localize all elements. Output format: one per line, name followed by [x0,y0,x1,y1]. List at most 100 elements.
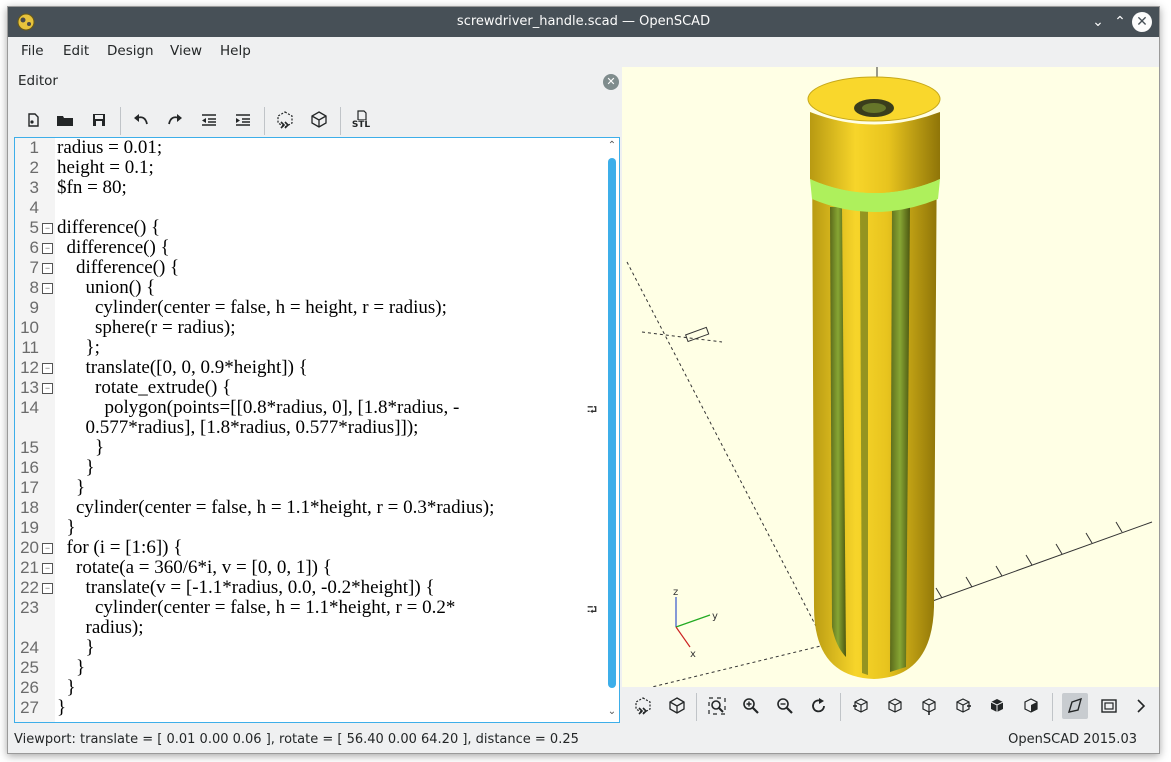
menu-file[interactable]: File [21,43,44,59]
code-text: } [57,517,76,538]
code-text: rotate(a = 360/6*i, v = [0, 0, 1]) { [57,557,332,578]
code-text: } [57,657,86,678]
line-number: 27 [20,698,39,717]
code-line[interactable]: 5− difference() { [15,218,605,238]
code-line[interactable]: 23 cylinder(center = false, h = 1.1*heig… [15,597,605,619]
code-line[interactable]: 15 } [15,438,605,458]
code-line[interactable]: 0.577*radius], [1.8*radius, 0.577*radius… [15,418,605,438]
menu-help[interactable]: Help [220,43,251,59]
new-file-icon[interactable] [20,107,46,133]
line-number: 14 [20,398,39,417]
code-text: cylinder(center = false, h = 1.1*height,… [57,597,456,618]
scroll-up-icon[interactable]: ⌃ [606,140,618,152]
fold-toggle-icon[interactable]: − [42,283,53,294]
code-line[interactable]: 20− for (i = [1:6]) { [15,538,605,558]
line-number: 8 [29,278,39,297]
code-line[interactable]: 27} [15,698,605,718]
code-line[interactable]: 2 height = 0.1; [15,158,605,178]
render-icon[interactable] [664,693,690,719]
save-icon[interactable] [86,107,112,133]
undo-icon[interactable] [128,107,154,133]
code-editor[interactable]: 1 radius = 0.01; 2 height = 0.1; 3 $fn = 80; 4… [14,137,620,723]
view-left-icon[interactable] [950,693,976,719]
fold-toggle-icon[interactable]: − [42,563,53,574]
line-number: 17 [20,478,39,497]
view-bottom-icon[interactable] [916,693,942,719]
fold-toggle-icon[interactable]: − [42,543,53,554]
code-line[interactable]: 13− rotate_extrude() { [15,378,605,398]
3d-viewport[interactable]: z y x [622,67,1159,687]
3d-view-canvas[interactable]: z y x [622,67,1159,687]
code-text: rotate_extrude() { [57,377,232,398]
code-line[interactable]: 22− translate(v = [-1.1*radius, 0.0, -0.… [15,578,605,598]
code-line[interactable]: radius); [15,618,605,638]
zoom-all-icon[interactable] [704,693,730,719]
open-file-icon[interactable] [52,107,78,133]
maximize-icon[interactable]: ⌃ [1110,12,1130,32]
view-back-icon[interactable] [1018,693,1044,719]
view-right-icon[interactable] [848,693,874,719]
render-icon[interactable] [306,107,332,133]
minimize-icon[interactable]: ⌄ [1088,12,1108,32]
view-front-icon[interactable] [984,693,1010,719]
orthogonal-icon[interactable] [1096,693,1122,719]
menu-bar: File Edit Design View Help [8,37,1159,65]
code-line[interactable]: 11 }; [15,338,605,358]
window-title: screwdriver_handle.scad — OpenSCAD [456,14,711,29]
code-line[interactable]: 21− rotate(a = 360/6*i, v = [0, 0, 1]) { [15,558,605,578]
code-line[interactable]: 17 } [15,478,605,498]
code-line[interactable]: 3 $fn = 80; [15,178,605,198]
menu-view[interactable]: View [170,43,202,59]
fold-toggle-icon[interactable]: − [42,583,53,594]
more-icon[interactable] [1128,693,1154,719]
code-text: } [57,477,86,498]
axis-label-x: x [690,649,696,660]
fold-toggle-icon[interactable]: − [42,243,53,254]
indent-icon[interactable] [230,107,256,133]
title-bar[interactable]: screwdriver_handle.scad — OpenSCAD ⌄ ⌃ ✕ [8,7,1159,37]
code-line[interactable]: 9 cylinder(center = false, h = height, r… [15,298,605,318]
unindent-icon[interactable] [196,107,222,133]
code-line[interactable]: 12− translate([0, 0, 0.9*height]) { [15,358,605,378]
fold-toggle-icon[interactable]: − [42,223,53,234]
zoom-in-icon[interactable] [738,693,764,719]
code-line[interactable]: 26 } [15,678,605,698]
fold-toggle-icon[interactable]: − [42,263,53,274]
code-line[interactable]: 7− difference() { [15,258,605,278]
menu-edit[interactable]: Edit [63,43,89,59]
code-line[interactable]: 8− union() { [15,278,605,298]
code-text: 0.577*radius], [1.8*radius, 0.577*radius… [57,417,419,438]
code-text: difference() { [57,217,161,238]
export-stl-button[interactable]: STL [348,107,374,133]
code-text: translate([0, 0, 0.9*height]) { [57,357,308,378]
code-line[interactable]: 16 } [15,458,605,478]
line-number: 12 [20,358,39,377]
zoom-out-icon[interactable] [772,693,798,719]
code-text: sphere(r = radius); [57,317,236,338]
code-line[interactable]: 4 [15,198,605,218]
fold-toggle-icon[interactable]: − [42,363,53,374]
preview-icon[interactable] [630,693,656,719]
redo-icon[interactable] [162,107,188,133]
code-line[interactable]: 25 } [15,658,605,678]
preview-icon[interactable] [272,107,298,133]
code-line[interactable]: 19 } [15,518,605,538]
panel-close-icon[interactable]: ✕ [603,74,619,90]
perspective-icon[interactable] [1062,693,1088,719]
view-top-icon[interactable] [882,693,908,719]
code-text: $fn = 80; [57,177,127,198]
code-text: union() { [57,277,156,298]
editor-scrollbar[interactable]: ⌃ ⌄ [605,138,619,722]
reset-view-icon[interactable] [806,693,832,719]
menu-design[interactable]: Design [107,43,154,59]
code-line[interactable]: 10 sphere(r = radius); [15,318,605,338]
code-line[interactable]: 6− difference() { [15,238,605,258]
scroll-down-icon[interactable]: ⌄ [606,706,618,718]
code-line[interactable]: 18 cylinder(center = false, h = 1.1*heig… [15,498,605,518]
code-line[interactable]: 1 radius = 0.01; [15,138,605,158]
close-icon[interactable]: ✕ [1132,12,1152,32]
code-line[interactable]: 14 polygon(points=[[0.8*radius, 0], [1.8… [15,398,605,419]
scrollbar-thumb[interactable] [608,158,616,688]
fold-toggle-icon[interactable]: − [42,383,53,394]
code-line[interactable]: 24 } [15,638,605,658]
